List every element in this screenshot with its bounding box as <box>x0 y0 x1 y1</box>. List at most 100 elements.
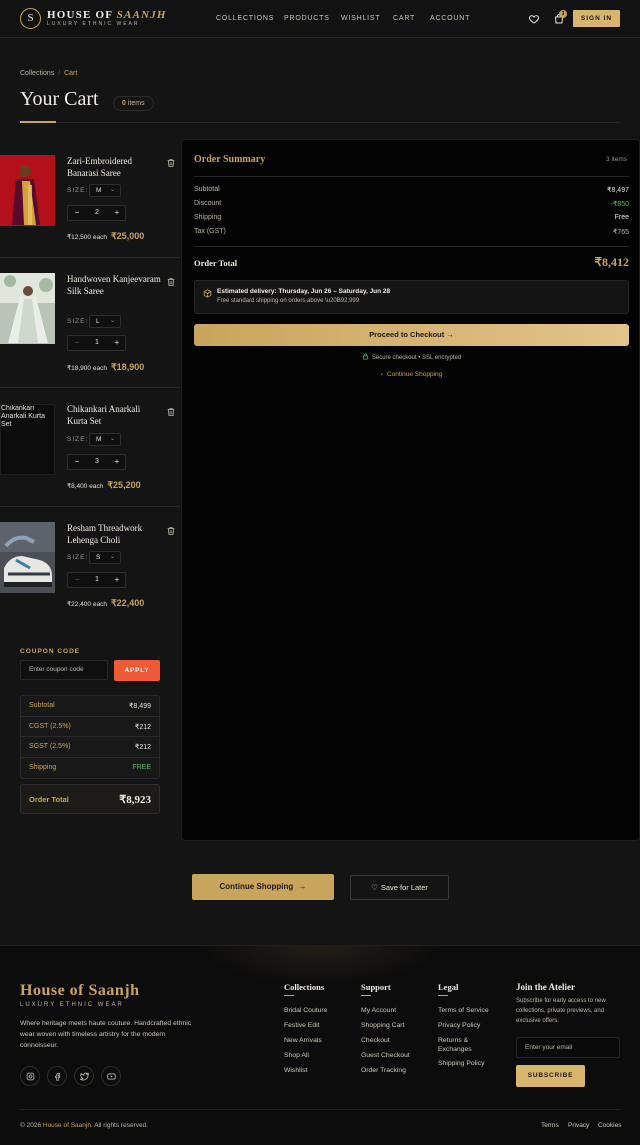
image-alt-text: Chikankari Anarkali Kurta Set <box>1 405 45 428</box>
coupon-input[interactable]: Enter coupon code <box>20 660 108 680</box>
summary-value: Free <box>614 214 629 221</box>
footer-link[interactable]: Wishlist <box>284 1066 307 1075</box>
instagram-button[interactable] <box>20 1066 40 1086</box>
product-name[interactable]: Resham Threadwork Lehenga Choli <box>67 522 162 546</box>
coupon-label: COUPON CODE <box>20 648 81 655</box>
copyright-brand[interactable]: House of Saanjh <box>43 1122 91 1129</box>
line-total: ₹25,000 <box>110 231 145 241</box>
summary-row: Discount -₹850 <box>194 200 629 208</box>
footer-link[interactable]: Terms of Service <box>438 1006 489 1015</box>
increase-quantity-button[interactable]: + <box>109 455 125 469</box>
chevron-left-icon: ‹ <box>380 371 383 378</box>
youtube-button[interactable] <box>101 1066 121 1086</box>
sign-in-button[interactable]: SIGN IN <box>573 10 620 27</box>
breakdown-total-label: Order Total <box>29 795 69 804</box>
footer-link[interactable]: Bridal Couture <box>284 1006 327 1015</box>
nav-products[interactable]: PRODUCTS <box>284 15 330 22</box>
breakdown-row: Subtotal ₹8,499 <box>21 696 159 717</box>
product-image[interactable] <box>0 522 55 593</box>
footer-heading-rule <box>361 995 371 996</box>
continue-link-label: Continue Shopping <box>386 371 443 378</box>
proceed-to-checkout-button[interactable]: Proceed to Checkout → <box>194 324 629 346</box>
quantity-value: 1 <box>95 339 99 346</box>
size-select[interactable]: M ⌄ <box>89 184 121 197</box>
product-name[interactable]: Zari-Embroidered Banarasi Saree <box>67 155 162 179</box>
decrease-quantity-button[interactable]: − <box>69 573 85 587</box>
subscribe-button[interactable]: SUBSCRIBE <box>516 1065 585 1087</box>
unit-label: each <box>92 601 107 608</box>
product-name[interactable]: Handwoven Kanjeevaram Silk Saree <box>67 273 162 297</box>
footer-glow <box>200 946 440 986</box>
footer-link[interactable]: Shopping Cart <box>361 1021 404 1030</box>
apply-coupon-button[interactable]: APPLY <box>114 660 160 681</box>
quantity-stepper: − 3 + <box>67 454 126 470</box>
breadcrumb-collections[interactable]: Collections <box>20 70 54 77</box>
footer-legal-heading: Legal <box>438 982 459 992</box>
quantity-value: 2 <box>95 209 99 216</box>
price-line: ₹8,400 each ₹25,200 <box>67 480 141 491</box>
nav-cart[interactable]: CART <box>393 15 415 22</box>
twitter-button[interactable] <box>74 1066 94 1086</box>
heart-icon[interactable] <box>528 13 540 25</box>
trash-icon[interactable] <box>166 158 176 168</box>
size-label: SIZE: <box>67 187 89 194</box>
privacy-link[interactable]: Privacy <box>568 1122 589 1129</box>
line-total: ₹18,900 <box>110 362 145 372</box>
size-select[interactable]: L ⌄ <box>89 315 121 328</box>
chevron-down-icon: ⌄ <box>109 187 115 193</box>
footer-link[interactable]: Returns & Exchanges <box>438 1036 498 1054</box>
size-select[interactable]: S ⌄ <box>89 551 121 564</box>
chevron-down-icon: ⌄ <box>109 554 115 560</box>
footer-link[interactable]: Guest Checkout <box>361 1051 410 1060</box>
facebook-button[interactable] <box>47 1066 67 1086</box>
heart-icon: ♡ <box>371 883 378 892</box>
footer-link[interactable]: My Account <box>361 1006 396 1015</box>
decrease-quantity-button[interactable]: − <box>69 206 85 220</box>
trash-icon[interactable] <box>166 277 176 287</box>
breadcrumb-current: Cart <box>64 70 78 77</box>
footer-link[interactable]: Shipping Policy <box>438 1059 484 1068</box>
decrease-quantity-button[interactable]: − <box>69 336 85 350</box>
size-select[interactable]: M ⌄ <box>89 433 121 446</box>
decrease-quantity-button[interactable]: − <box>69 455 85 469</box>
breakdown-row: SGST (2.5%) ₹212 <box>21 737 159 758</box>
increase-quantity-button[interactable]: + <box>109 573 125 587</box>
logo-mark[interactable]: S <box>20 8 41 29</box>
footer-brand[interactable]: House of Saanjh <box>20 982 140 1000</box>
footer-description: Where heritage meets haute couture. Hand… <box>20 1020 192 1049</box>
footer-link[interactable]: Shop All <box>284 1051 309 1060</box>
product-image-broken[interactable]: Chikankari Anarkali Kurta Set <box>0 404 55 475</box>
footer-heading-rule <box>438 995 448 996</box>
trash-icon[interactable] <box>166 407 176 417</box>
copyright-prefix: © 2026 <box>20 1122 43 1129</box>
nav-account[interactable]: ACCOUNT <box>430 15 470 22</box>
summary-divider <box>194 246 629 247</box>
summary-row: Shipping Free <box>194 214 629 221</box>
increase-quantity-button[interactable]: + <box>109 336 125 350</box>
footer-link[interactable]: Festive Edit <box>284 1021 320 1030</box>
product-image[interactable] <box>0 273 55 344</box>
arrow-right-icon: → <box>446 330 454 339</box>
footer-link[interactable]: Privacy Policy <box>438 1021 480 1030</box>
trash-icon[interactable] <box>166 526 176 536</box>
continue-shopping-link[interactable]: ‹ Continue Shopping <box>182 371 640 378</box>
nav-collections[interactable]: COLLECTIONS <box>216 15 274 22</box>
nav-wishlist[interactable]: WISHLIST <box>341 15 380 22</box>
continue-shopping-button[interactable]: Continue Shopping → <box>192 874 334 900</box>
increase-quantity-button[interactable]: + <box>109 206 125 220</box>
footer-link[interactable]: New Arrivals <box>284 1036 322 1045</box>
unit-price: ₹8,400 <box>67 483 88 490</box>
secure-checkout-note: Secure checkout • SSL encrypted <box>182 353 640 361</box>
footer-link[interactable]: Checkout <box>361 1036 390 1045</box>
terms-link[interactable]: Terms <box>541 1122 559 1129</box>
product-name[interactable]: Chikankari Anarkali Kurta Set <box>67 403 162 427</box>
save-label: Save for Later <box>380 883 428 892</box>
brand-name[interactable]: HOUSE OF SAANJH <box>47 9 167 21</box>
newsletter-email-input[interactable]: Enter your email <box>516 1037 620 1058</box>
save-for-later-button[interactable]: ♡ Save for Later <box>350 875 449 900</box>
product-image[interactable] <box>0 155 55 226</box>
size-label: SIZE: <box>67 318 89 325</box>
cookies-link[interactable]: Cookies <box>598 1122 621 1129</box>
line-total: ₹22,400 <box>110 598 145 608</box>
footer-link[interactable]: Order Tracking <box>361 1066 406 1075</box>
